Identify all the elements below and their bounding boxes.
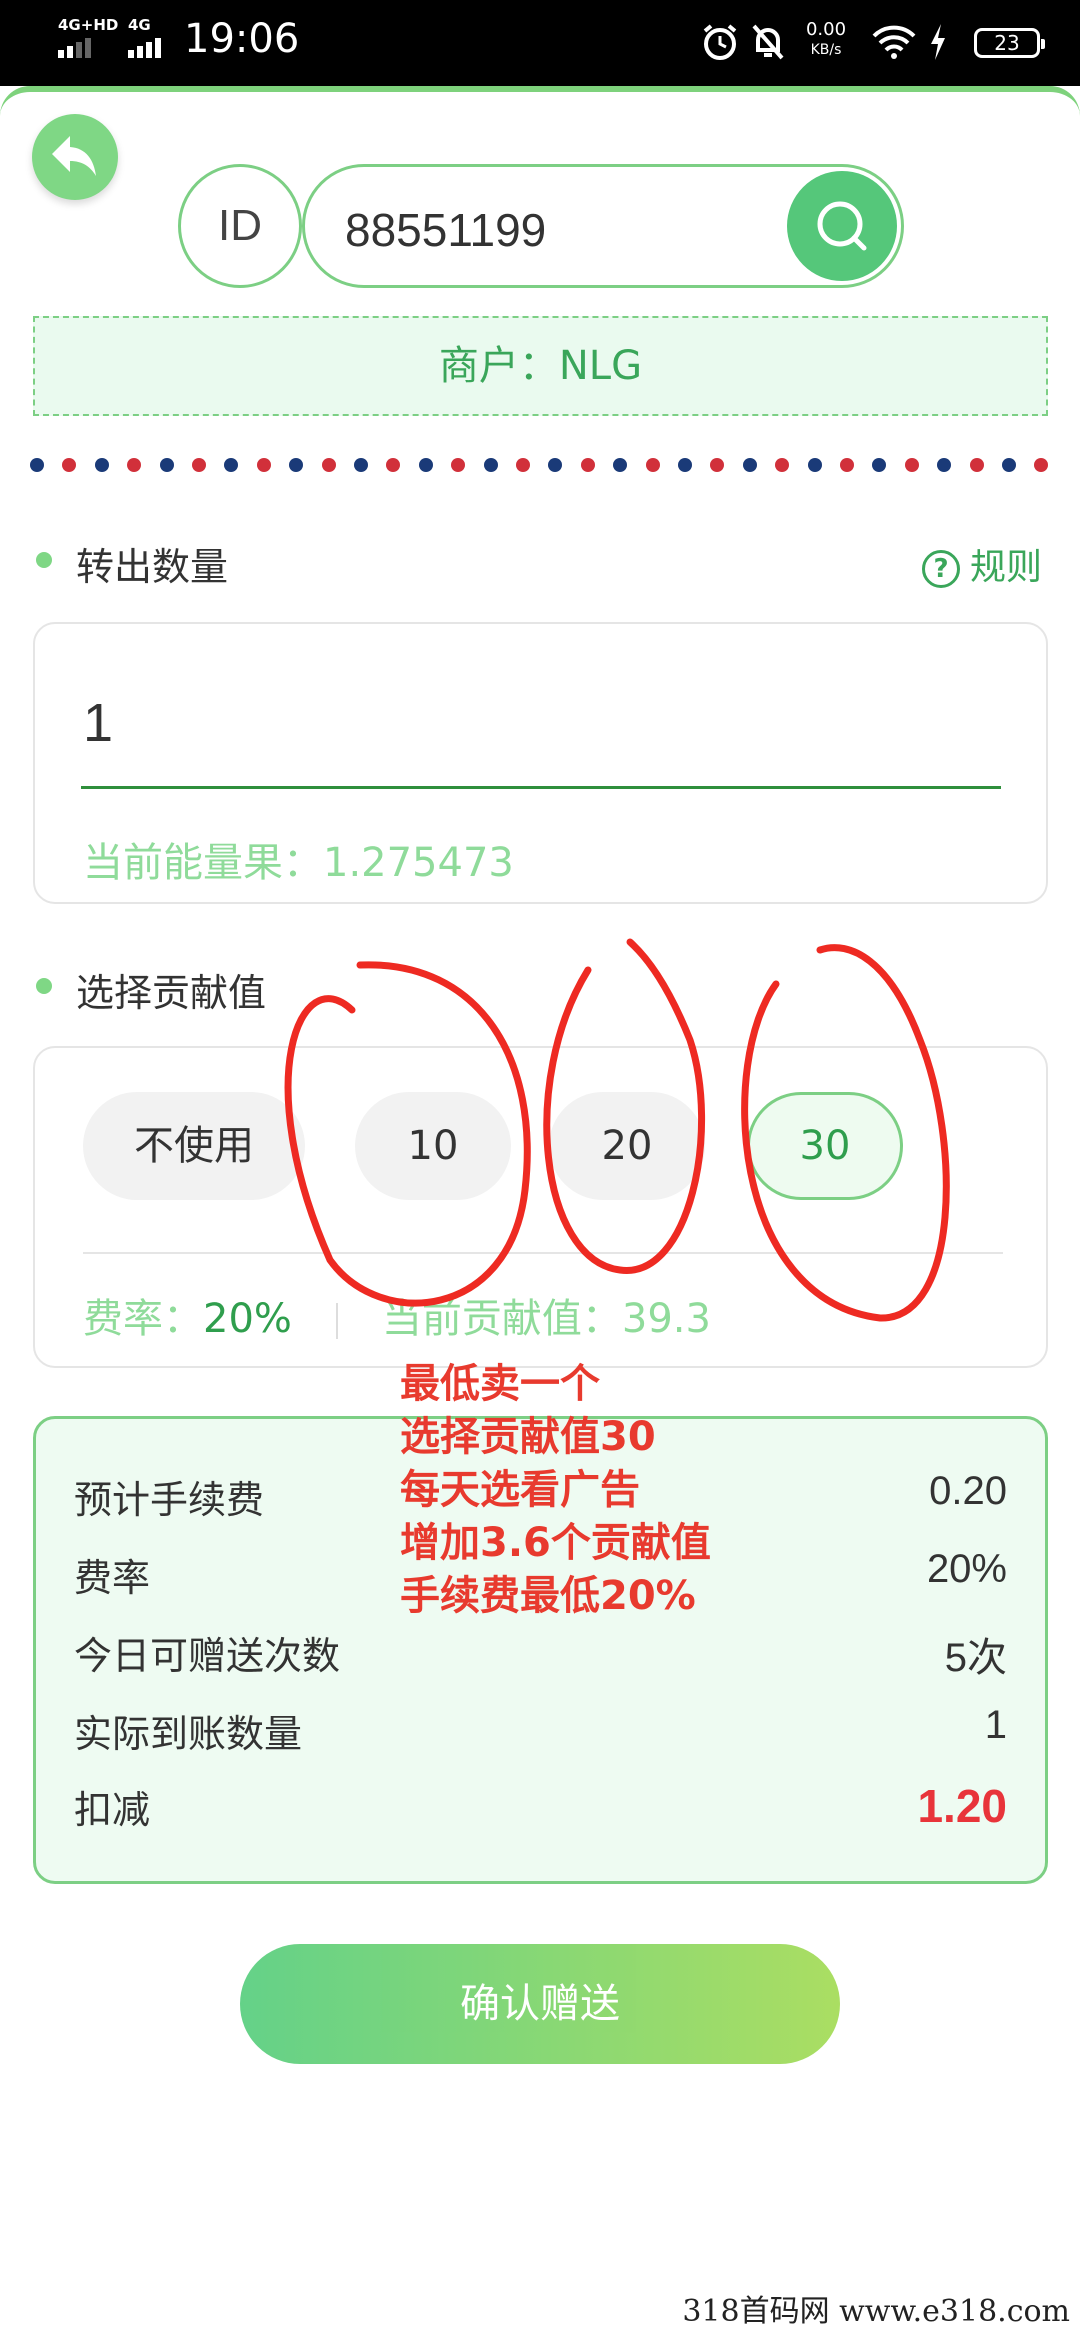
summary-value: 20% xyxy=(926,1547,1007,1591)
divider-dot xyxy=(62,458,77,472)
option-20[interactable]: 20 xyxy=(549,1092,705,1200)
signal-icon xyxy=(58,38,94,58)
signal-icon-2 xyxy=(128,38,164,58)
divider-dot xyxy=(807,458,822,472)
divider-dot xyxy=(354,458,368,472)
summary-row-gift-count: 今日可赠送次数 5次 xyxy=(74,1625,1007,1685)
divider-dot xyxy=(840,458,854,472)
divider-dot xyxy=(451,458,466,472)
divider-dot xyxy=(969,458,984,472)
annotation-line: 最低卖一个 xyxy=(400,1361,600,1407)
id-value[interactable]: 88551199 xyxy=(345,203,546,257)
help-icon: ? xyxy=(921,550,960,588)
options-divider xyxy=(83,1252,1003,1254)
divider-dot xyxy=(645,458,660,472)
divider-dot xyxy=(1002,458,1016,472)
contribution-box: 不使用 10 20 30 费率：20% 当前贡献值：39.3 xyxy=(33,1046,1048,1368)
status-bar: 4G+HD 4G 19:06 0.00 KB/s 23 xyxy=(0,0,1080,86)
divider-dot xyxy=(483,458,498,472)
summary-row-deduction: 扣减 1.20 xyxy=(74,1779,1007,1839)
divider-dot xyxy=(386,458,401,472)
rule-label[interactable]: 规则 xyxy=(970,547,1042,588)
back-button[interactable] xyxy=(32,114,118,200)
divider-dot xyxy=(678,458,692,472)
option-none[interactable]: 不使用 xyxy=(83,1092,305,1200)
rate-separator xyxy=(335,1303,338,1339)
battery-icon: 23 xyxy=(974,28,1045,58)
charging-icon xyxy=(931,24,945,60)
divider-dot xyxy=(224,458,239,472)
summary-label: 扣减 xyxy=(74,1788,151,1832)
divider-dot xyxy=(904,458,919,472)
divider-dot xyxy=(775,458,790,472)
divider-dot xyxy=(289,458,304,472)
current-contribution-value: 39.3 xyxy=(621,1296,711,1342)
speed-unit: KB/s xyxy=(810,42,842,58)
mute-bell-icon xyxy=(752,24,784,60)
divider-dot xyxy=(548,458,563,472)
divider-dot xyxy=(127,458,142,472)
divider-dot xyxy=(159,458,174,472)
rate-value: 20% xyxy=(203,1296,292,1342)
id-label: ID xyxy=(178,164,302,288)
rate-label: 费率： xyxy=(83,1296,203,1342)
wifi-icon xyxy=(872,25,916,59)
divider-dot xyxy=(516,458,530,472)
dotted-divider xyxy=(30,458,1050,478)
id-search-input[interactable]: 88551199 xyxy=(302,164,904,288)
energy-balance: 当前能量果：1.275473 xyxy=(83,840,514,886)
watermark: 318首码网 www.e318.com xyxy=(680,2284,1080,2340)
divider-dot xyxy=(580,458,595,472)
status-icons: 0.00 KB/s 23 xyxy=(700,18,1045,68)
transfer-amount-title: 转出数量 xyxy=(35,536,228,591)
amount-underline xyxy=(81,786,1001,789)
option-10[interactable]: 10 xyxy=(355,1092,511,1200)
deduction-value: 1.20 xyxy=(917,1780,1007,1832)
divider-dot xyxy=(742,458,757,472)
confirm-gift-button[interactable]: 确认赠送 xyxy=(240,1944,840,2064)
divider-dot xyxy=(94,458,109,472)
search-icon xyxy=(817,201,867,251)
rule-link[interactable]: ? 规则 xyxy=(921,538,1042,590)
annotation-line: 每天选看广告 xyxy=(400,1467,640,1513)
speed-value: 0.00 xyxy=(805,19,847,40)
divider-dot xyxy=(872,458,887,472)
summary-value: 5次 xyxy=(944,1636,1007,1680)
merchant-banner: 商户：NLG xyxy=(33,316,1048,416)
rate-row: 费率：20% 当前贡献值：39.3 xyxy=(83,1286,711,1344)
divider-dot xyxy=(613,458,628,472)
alarm-icon xyxy=(703,24,737,60)
network-speed: 0.00 KB/s xyxy=(796,20,856,60)
annotation-line: 增加3.6个贡献值 xyxy=(400,1520,711,1566)
summary-row-received: 实际到账数量 1 xyxy=(74,1703,1007,1763)
summary-value: 0.20 xyxy=(929,1469,1007,1513)
transfer-amount-box: 1 当前能量果：1.275473 xyxy=(33,622,1048,904)
divider-dot xyxy=(937,458,952,472)
search-button[interactable] xyxy=(787,171,897,281)
divider-dot xyxy=(30,458,44,472)
option-30-selected[interactable]: 30 xyxy=(747,1092,903,1200)
summary-label: 实际到账数量 xyxy=(74,1712,303,1756)
annotation-line: 手续费最低20% xyxy=(400,1573,696,1619)
contribution-title: 选择贡献值 xyxy=(35,962,266,1017)
summary-value: 1 xyxy=(984,1703,1007,1747)
divider-dot xyxy=(321,458,336,472)
divider-dot xyxy=(710,458,725,472)
amount-input[interactable]: 1 xyxy=(83,692,113,754)
network-type-1: 4G+HD xyxy=(58,16,119,34)
divider-dot xyxy=(418,458,433,472)
back-arrow-icon xyxy=(52,136,96,176)
summary-label: 费率 xyxy=(74,1556,151,1600)
divider-dot xyxy=(256,458,271,472)
annotation-text: 最低卖一个 选择贡献值30 每天选看广告 增加3.6个贡献值 手续费最低20% xyxy=(400,1358,711,1623)
annotation-line: 选择贡献值30 xyxy=(400,1414,656,1460)
summary-label: 今日可赠送次数 xyxy=(74,1634,341,1678)
divider-dot xyxy=(1034,458,1049,472)
clock: 19:06 xyxy=(184,16,300,62)
network-type-2: 4G xyxy=(128,16,151,34)
divider-dot xyxy=(192,458,206,472)
summary-label: 预计手续费 xyxy=(74,1478,265,1522)
current-contribution-label: 当前贡献值： xyxy=(381,1296,622,1342)
network-indicator: 4G+HD 4G xyxy=(58,16,178,62)
